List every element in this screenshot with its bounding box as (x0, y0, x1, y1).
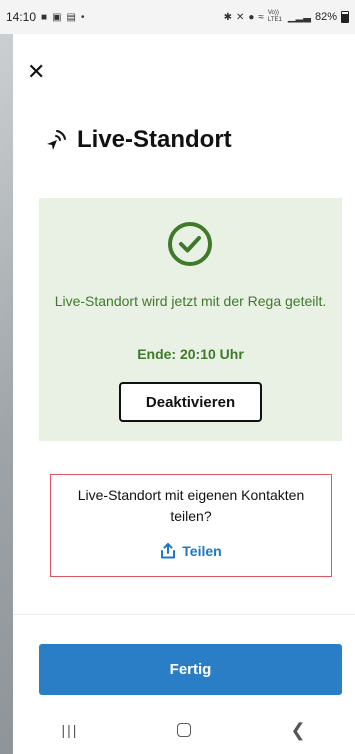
done-button[interactable]: Fertig (39, 644, 342, 695)
close-icon[interactable]: ✕ (27, 60, 51, 84)
footer-divider (13, 614, 355, 615)
deactivate-button[interactable]: Deaktivieren (119, 382, 262, 422)
share-with-contacts-box: Live-Standort mit eigenen Kontakten teil… (50, 474, 332, 577)
system-nav-bar: ||| ❮ (13, 706, 355, 754)
bluetooth-icon: ✱ (223, 11, 232, 23)
recents-icon: ||| (61, 722, 79, 738)
battery-icon (341, 11, 349, 23)
sharing-status-panel: Live-Standort wird jetzt mit der Rega ge… (39, 198, 342, 441)
wifi-icon: ≈ (258, 11, 264, 23)
location-arrow-broadcast-icon (47, 130, 66, 150)
location-icon: ● (248, 11, 255, 23)
sharing-status-message: Live-Standort wird jetzt mit der Rega ge… (54, 293, 327, 309)
status-right: ✱ ✕ ● ≈ Vo)) LTE1 ▁▂▃ 82% (224, 10, 349, 24)
share-question: Live-Standort mit eigenen Kontakten teil… (77, 487, 305, 524)
network-label: Vo)) LTE1 (267, 10, 282, 23)
live-location-sheet: ✕ Live-Standort Live-Standort wird jetzt… (13, 34, 355, 754)
share-button[interactable]: Teilen (51, 543, 331, 559)
back-button[interactable]: ❮ (278, 718, 318, 742)
gallery-notification-icon: ▣ (52, 11, 62, 23)
mute-icon: ✕ (235, 11, 245, 23)
status-time: 14:10 (6, 10, 37, 24)
check-circle-icon (168, 222, 212, 266)
share-icon (161, 543, 176, 559)
page-header: Live-Standort (43, 126, 232, 154)
status-bar: 14:10 ■ ▣ ▤ • ✱ ✕ ● ≈ Vo)) LTE1 ▁▂▃ 82% (0, 0, 355, 34)
status-left: 14:10 ■ ▣ ▤ • (6, 10, 85, 24)
more-notifications-icon: • (80, 11, 85, 23)
signal-icon: ▁▂▃ (287, 11, 311, 23)
message-notification-icon: ■ (41, 11, 48, 23)
share-button-label: Teilen (182, 543, 222, 559)
home-button[interactable] (164, 718, 204, 742)
end-time-label: Ende: 20:10 Uhr (137, 346, 244, 362)
app-notification-icon: ▤ (66, 11, 76, 23)
home-icon (177, 723, 191, 737)
back-icon: ❮ (290, 719, 306, 740)
recents-button[interactable]: ||| (50, 718, 90, 742)
page-title: Live-Standort (77, 126, 232, 153)
battery-percent: 82% (314, 11, 337, 23)
